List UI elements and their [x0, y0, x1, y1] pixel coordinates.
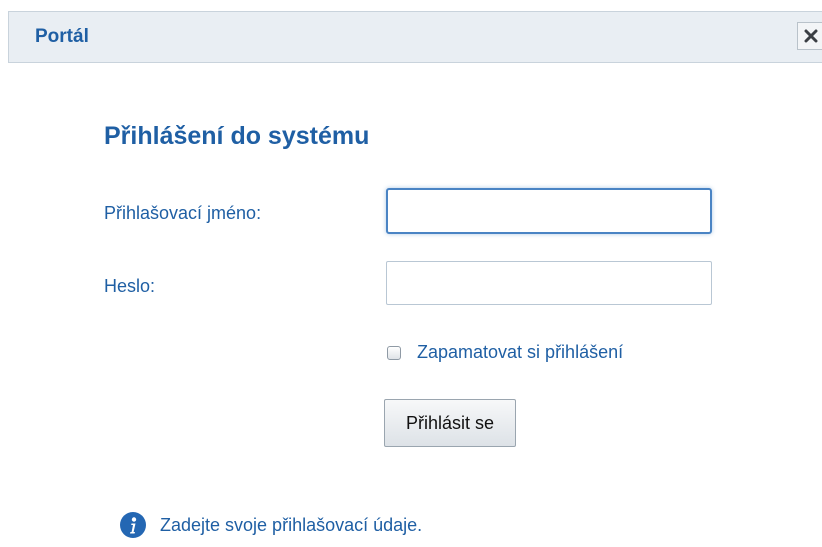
dialog-title: Portál [35, 26, 89, 47]
password-label: Heslo: [104, 276, 156, 296]
login-dialog: Portál Přihlášení do systému Přihlašovac… [0, 0, 822, 547]
info-text: Zadejte svoje přihlašovací údaje. [160, 514, 423, 535]
remember-me-label[interactable]: Zapamatovat si přihlášení [417, 342, 623, 363]
info-icon [120, 512, 146, 538]
remember-me-option[interactable]: Zapamatovat si přihlášení [387, 342, 623, 363]
info-message: Zadejte svoje přihlašovací údaje. [120, 512, 422, 538]
close-icon [804, 29, 818, 43]
login-heading: Přihlášení do systému [104, 122, 370, 150]
username-label: Přihlašovací jméno: [104, 203, 262, 223]
password-input[interactable] [386, 261, 712, 305]
login-button[interactable]: Přihlásit se [384, 399, 516, 447]
remember-me-checkbox[interactable] [387, 345, 401, 360]
close-button[interactable] [797, 22, 822, 50]
dialog-titlebar: Portál [8, 11, 822, 63]
username-input[interactable] [386, 188, 712, 234]
